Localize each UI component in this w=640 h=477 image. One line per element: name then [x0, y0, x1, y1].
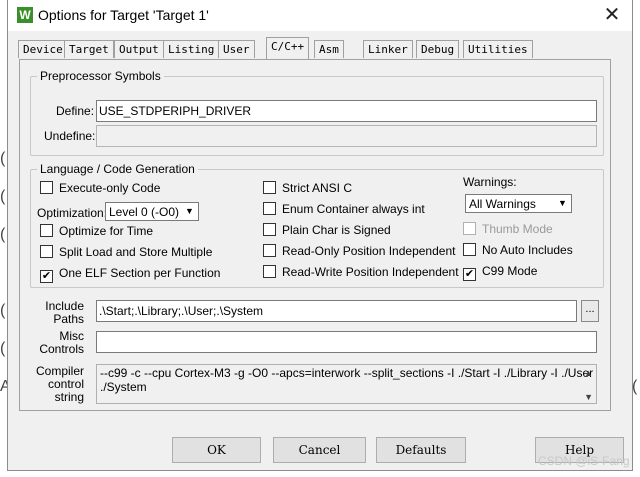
split-load-checkbox[interactable]: Split Load and Store Multiple: [40, 245, 212, 259]
background-glyph: (: [0, 226, 6, 243]
ok-button[interactable]: OK: [172, 437, 261, 463]
background-glyph: (: [0, 150, 6, 167]
no-auto-includes-label: No Auto Includes: [482, 243, 573, 257]
close-icon[interactable]: ✕: [600, 2, 624, 28]
tab-device[interactable]: Device: [18, 40, 68, 58]
misc-label-line2: Controls: [39, 342, 84, 356]
preprocessor-legend: Preprocessor Symbols: [40, 69, 161, 83]
tab-listing[interactable]: Listing: [163, 40, 220, 58]
execute-only-checkbox[interactable]: Execute-only Code: [40, 181, 160, 195]
compiler-control-label: Compiler control string: [28, 365, 84, 404]
tab-asm[interactable]: Asm: [314, 40, 344, 58]
tab-target[interactable]: Target: [64, 40, 114, 58]
watermark: CSDN @iS-Fang: [538, 454, 630, 468]
misc-controls-label: Misc Controls: [28, 330, 84, 356]
optimization-select[interactable]: Level 0 (-O0) ▼: [105, 202, 199, 221]
checkbox-box[interactable]: [263, 181, 276, 194]
optimization-label: Optimization:: [37, 206, 108, 220]
checkbox-box[interactable]: [463, 222, 476, 235]
plain-char-label: Plain Char is Signed: [282, 223, 391, 237]
checkbox-box[interactable]: [263, 244, 276, 257]
window-title: Options for Target 'Target 1': [38, 7, 209, 23]
undefine-field[interactable]: [96, 125, 597, 147]
checkbox-box[interactable]: [40, 224, 53, 237]
warnings-label: Warnings:: [463, 175, 517, 189]
define-field[interactable]: USE_STDPERIPH_DRIVER: [96, 100, 597, 122]
tab-debug[interactable]: Debug: [416, 40, 460, 58]
background-glyph: (: [0, 188, 6, 205]
optimize-time-label: Optimize for Time: [59, 224, 154, 238]
scroll-down-icon[interactable]: ▼: [584, 390, 593, 403]
language-legend: Language / Code Generation: [40, 162, 195, 176]
background-glyph: (: [0, 302, 6, 319]
checkbox-box[interactable]: [263, 265, 276, 278]
strict-ansi-label: Strict ANSI C: [282, 181, 353, 195]
ro-pi-checkbox[interactable]: Read-Only Position Independent: [263, 244, 455, 258]
compiler-control-string[interactable]: --c99 -c --cpu Cortex-M3 -g -O0 --apcs=i…: [96, 364, 597, 404]
enum-container-label: Enum Container always int: [282, 202, 425, 216]
rw-pi-label: Read-Write Position Independent: [282, 265, 459, 279]
compiler-label-line3: string: [54, 390, 84, 404]
defaults-button[interactable]: Defaults: [376, 437, 466, 463]
tab-utilities[interactable]: Utilities: [463, 40, 533, 58]
include-label-line2: Paths: [53, 312, 84, 326]
split-load-label: Split Load and Store Multiple: [59, 245, 213, 259]
include-paths-label: Include Paths: [28, 300, 84, 326]
checkbox-box[interactable]: [263, 202, 276, 215]
checkbox-box[interactable]: [40, 245, 53, 258]
one-elf-label: One ELF Section per Function: [59, 266, 221, 280]
misc-controls-field[interactable]: [96, 331, 597, 353]
compiler-line1: --c99 -c --cpu Cortex-M3 -g -O0 --apcs=i…: [100, 366, 597, 380]
cancel-button[interactable]: Cancel: [273, 437, 366, 463]
check-icon[interactable]: ✔: [463, 268, 476, 281]
scroll-up-icon[interactable]: ▲: [584, 366, 593, 380]
undefine-label: Undefine:: [44, 129, 96, 143]
browse-button[interactable]: ...: [581, 300, 599, 322]
cc-tab-panel: Preprocessor Symbols Define: USE_STDPERI…: [19, 59, 611, 411]
enum-container-checkbox[interactable]: Enum Container always int: [263, 202, 425, 216]
one-elf-checkbox[interactable]: ✔ One ELF Section per Function: [40, 266, 220, 283]
no-auto-includes-checkbox[interactable]: No Auto Includes: [463, 243, 573, 257]
ro-pi-label: Read-Only Position Independent: [282, 244, 456, 258]
tab-linker[interactable]: Linker: [363, 40, 413, 58]
thumb-mode-checkbox[interactable]: Thumb Mode: [463, 222, 553, 236]
tab-output[interactable]: Output: [114, 40, 164, 58]
plain-char-checkbox[interactable]: Plain Char is Signed: [263, 223, 391, 237]
title-bar: W Options for Target 'Target 1' ✕: [8, 0, 632, 31]
thumb-mode-label: Thumb Mode: [482, 222, 553, 236]
background-glyph: (: [0, 340, 6, 357]
warnings-value: All Warnings: [469, 197, 536, 211]
define-label: Define:: [56, 104, 95, 118]
checkbox-box[interactable]: [263, 223, 276, 236]
rw-pi-checkbox[interactable]: Read-Write Position Independent: [263, 265, 459, 279]
optimization-value: Level 0 (-O0): [109, 205, 180, 219]
warnings-select[interactable]: All Warnings ▼: [465, 194, 572, 213]
checkbox-box[interactable]: [40, 181, 53, 194]
tab-user[interactable]: User: [218, 40, 255, 58]
compiler-line2: ./System: [100, 380, 147, 394]
strict-ansi-checkbox[interactable]: Strict ANSI C: [263, 181, 352, 195]
app-icon: W: [17, 7, 33, 23]
chevron-down-icon[interactable]: ▼: [182, 204, 197, 219]
check-icon[interactable]: ✔: [40, 270, 53, 283]
optimize-time-checkbox[interactable]: Optimize for Time: [40, 224, 153, 238]
chevron-down-icon[interactable]: ▼: [555, 196, 570, 211]
c99-mode-checkbox[interactable]: ✔ C99 Mode: [463, 264, 537, 281]
checkbox-box[interactable]: [463, 243, 476, 256]
include-paths-field[interactable]: .\Start;.\Library;.\User;.\System: [96, 300, 577, 322]
c99-mode-label: C99 Mode: [482, 264, 538, 278]
execute-only-label: Execute-only Code: [59, 181, 161, 195]
tab-c-cpp[interactable]: C/C++: [266, 37, 310, 59]
